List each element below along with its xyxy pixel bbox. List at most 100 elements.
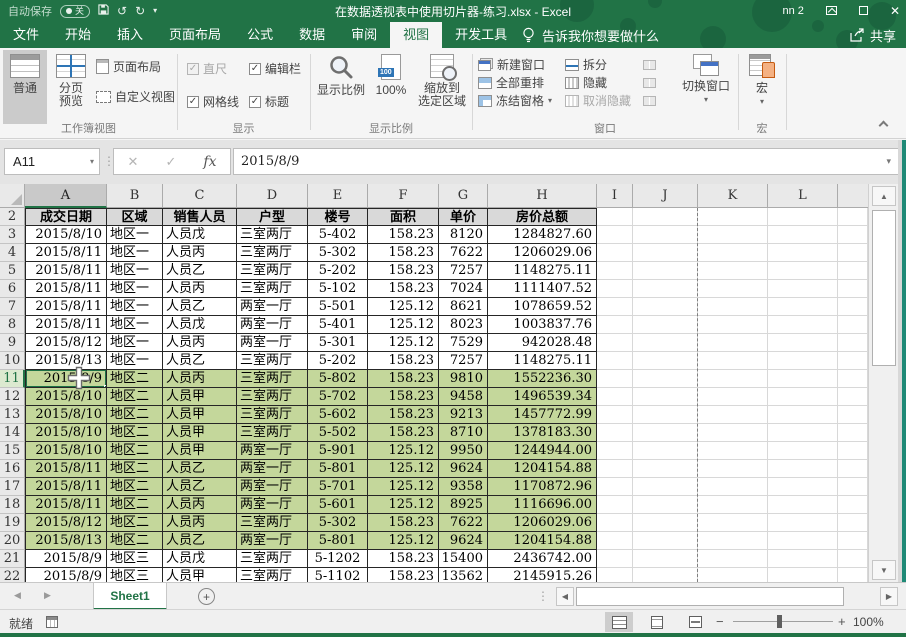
cell-H6[interactable]: 1111407.52: [488, 280, 597, 298]
cell-G8[interactable]: 8023: [439, 316, 488, 334]
cell-C10[interactable]: 人员乙: [163, 352, 237, 370]
cell-B21[interactable]: 地区三: [107, 550, 163, 568]
cell-L2[interactable]: [768, 208, 838, 226]
cell-A13[interactable]: 2015/8/10: [25, 406, 107, 424]
close-icon[interactable]: ✕: [890, 4, 900, 18]
cell-L6[interactable]: [768, 280, 838, 298]
sheet-nav-right-icon[interactable]: ▶: [44, 590, 51, 601]
row-header-22[interactable]: 22: [0, 568, 25, 582]
cell-F11[interactable]: 158.23: [368, 370, 439, 388]
row-header-15[interactable]: 15: [0, 442, 25, 460]
cell-K21[interactable]: [698, 550, 768, 568]
cell-H13[interactable]: 1457772.99: [488, 406, 597, 424]
cell-E4[interactable]: 5-302: [308, 244, 368, 262]
cell-E6[interactable]: 5-102: [308, 280, 368, 298]
row-header-17[interactable]: 17: [0, 478, 25, 496]
cell-H4[interactable]: 1206029.06: [488, 244, 597, 262]
row-header-11[interactable]: 11: [0, 370, 25, 388]
cell-I15[interactable]: [597, 442, 633, 460]
cell-G6[interactable]: 7024: [439, 280, 488, 298]
custom-views-button[interactable]: 自定义视图: [96, 88, 175, 105]
cell-C12[interactable]: 人员甲: [163, 388, 237, 406]
cell-D14[interactable]: 三室两厅: [237, 424, 308, 442]
cell-I21[interactable]: [597, 550, 633, 568]
macro-record-icon[interactable]: [46, 616, 58, 628]
scroll-up-icon[interactable]: ▲: [872, 186, 896, 206]
cell-H7[interactable]: 1078659.52: [488, 298, 597, 316]
row-header-6[interactable]: 6: [0, 280, 25, 298]
column-header-C[interactable]: C: [163, 184, 237, 208]
tab-开发工具[interactable]: 开发工具: [442, 22, 520, 48]
freeze-panes-button[interactable]: 冻结窗格 ▾: [478, 92, 552, 109]
cell-K22[interactable]: [698, 568, 768, 582]
cell-E11[interactable]: 5-802: [308, 370, 368, 388]
cell-B9[interactable]: 地区一: [107, 334, 163, 352]
autosave-toggle[interactable]: 关: [60, 5, 90, 18]
row-header-2[interactable]: 2: [0, 208, 25, 226]
cell-I17[interactable]: [597, 478, 633, 496]
cell-I10[interactable]: [597, 352, 633, 370]
vertical-scroll-thumb[interactable]: [872, 210, 896, 366]
row-header-3[interactable]: 3: [0, 226, 25, 244]
cell-H16[interactable]: 1204154.88: [488, 460, 597, 478]
save-icon[interactable]: [98, 4, 109, 18]
cell-I20[interactable]: [597, 532, 633, 550]
cell-J10[interactable]: [633, 352, 698, 370]
row-header-8[interactable]: 8: [0, 316, 25, 334]
cell-K11[interactable]: [698, 370, 768, 388]
cell-H11[interactable]: 1552236.30: [488, 370, 597, 388]
cell-G9[interactable]: 7529: [439, 334, 488, 352]
cell-K15[interactable]: [698, 442, 768, 460]
cell-E16[interactable]: 5-801: [308, 460, 368, 478]
cell-J22[interactable]: [633, 568, 698, 582]
cell-L16[interactable]: [768, 460, 838, 478]
cell-A16[interactable]: 2015/8/11: [25, 460, 107, 478]
arrange-all-button[interactable]: 全部重排: [478, 74, 552, 91]
cell-D21[interactable]: 三室两厅: [237, 550, 308, 568]
cell-E10[interactable]: 5-202: [308, 352, 368, 370]
page-layout-button[interactable]: 页面布局: [96, 58, 175, 75]
cell-C8[interactable]: 人员戊: [163, 316, 237, 334]
cell-C18[interactable]: 人员丙: [163, 496, 237, 514]
tab-开始[interactable]: 开始: [52, 22, 104, 48]
cell-F19[interactable]: 158.23: [368, 514, 439, 532]
horizontal-scroll-thumb[interactable]: [576, 587, 844, 606]
cell-A14[interactable]: 2015/8/10: [25, 424, 107, 442]
cell-L22[interactable]: [768, 568, 838, 582]
qat-dropdown-icon[interactable]: ▾: [153, 4, 157, 18]
cell-G5[interactable]: 7257: [439, 262, 488, 280]
cell-K17[interactable]: [698, 478, 768, 496]
cell-F12[interactable]: 158.23: [368, 388, 439, 406]
cell-L11[interactable]: [768, 370, 838, 388]
cell-E8[interactable]: 5-401: [308, 316, 368, 334]
cell-J20[interactable]: [633, 532, 698, 550]
column-header-A[interactable]: A: [25, 184, 107, 208]
cell-B11[interactable]: 地区二: [107, 370, 163, 388]
cell-C7[interactable]: 人员乙: [163, 298, 237, 316]
cell-C4[interactable]: 人员丙: [163, 244, 237, 262]
name-box[interactable]: A11 ▾: [4, 148, 100, 175]
cell-F16[interactable]: 125.12: [368, 460, 439, 478]
view-side-by-side-button[interactable]: [643, 56, 656, 73]
reset-window-position-button[interactable]: [643, 92, 656, 109]
cell-B17[interactable]: 地区二: [107, 478, 163, 496]
cell-B3[interactable]: 地区一: [107, 226, 163, 244]
cell-F6[interactable]: 158.23: [368, 280, 439, 298]
cell-C15[interactable]: 人员甲: [163, 442, 237, 460]
cell-D3[interactable]: 三室两厅: [237, 226, 308, 244]
row-header-20[interactable]: 20: [0, 532, 25, 550]
cell-L5[interactable]: [768, 262, 838, 280]
cell-I4[interactable]: [597, 244, 633, 262]
cell-G19[interactable]: 7622: [439, 514, 488, 532]
page-break-preview-button[interactable]: 分页 预览: [49, 50, 93, 124]
cell-K9[interactable]: [698, 334, 768, 352]
cell-K3[interactable]: [698, 226, 768, 244]
macros-button[interactable]: 宏 ▾: [742, 50, 782, 124]
column-header-J[interactable]: J: [633, 184, 698, 208]
column-header-F[interactable]: F: [368, 184, 439, 208]
cell-F5[interactable]: 158.23: [368, 262, 439, 280]
cell-L14[interactable]: [768, 424, 838, 442]
cell-H19[interactable]: 1206029.06: [488, 514, 597, 532]
cell-L10[interactable]: [768, 352, 838, 370]
cell-L21[interactable]: [768, 550, 838, 568]
